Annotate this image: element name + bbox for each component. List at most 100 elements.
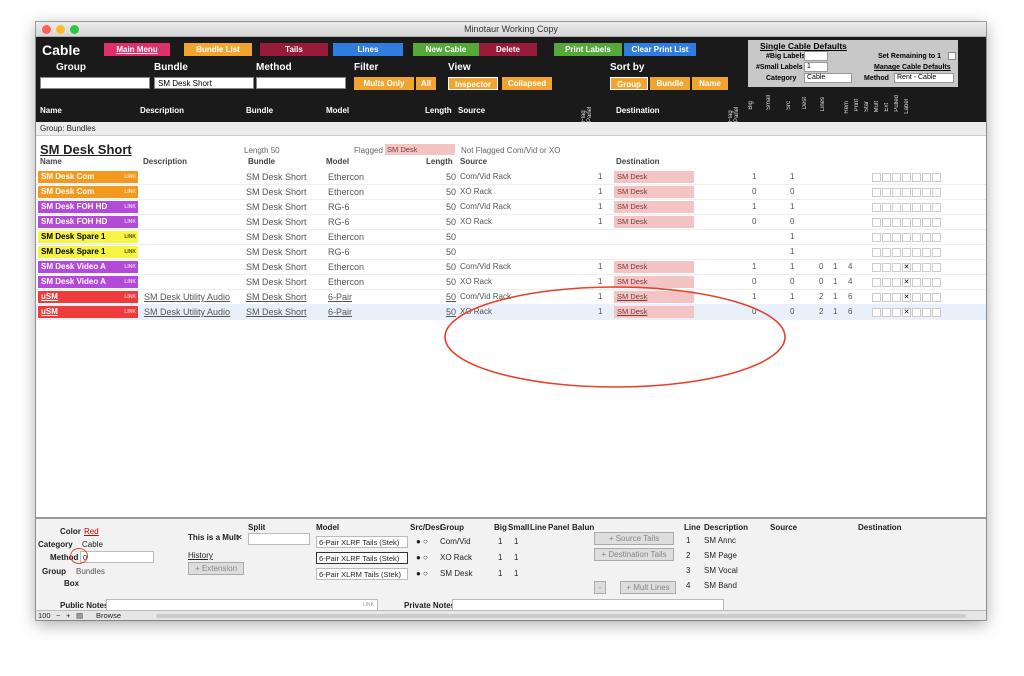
cable-source[interactable]: XO Rack: [460, 187, 492, 196]
row-checkbox[interactable]: [882, 263, 891, 272]
col-description[interactable]: Description: [140, 106, 184, 115]
cable-description[interactable]: SM Desk Utility Audio: [144, 292, 230, 302]
row-checkbox[interactable]: [882, 173, 891, 182]
row-checkbox[interactable]: [912, 218, 921, 227]
row-checkbox[interactable]: [882, 203, 891, 212]
default-category-field[interactable]: Cable: [804, 73, 852, 83]
cable-bundle[interactable]: SM Desk Short: [246, 307, 307, 317]
col-name[interactable]: Name: [40, 106, 62, 115]
row-checkbox[interactable]: [882, 188, 891, 197]
row-checkbox[interactable]: [932, 278, 941, 287]
row-checkbox[interactable]: [892, 263, 901, 272]
sort-group-button[interactable]: Group: [610, 77, 648, 90]
cable-model[interactable]: Ethercon: [328, 187, 364, 197]
zoom-window-icon[interactable]: [70, 25, 79, 34]
cable-bundle[interactable]: SM Desk Short: [246, 277, 307, 287]
row-checkbox[interactable]: [902, 188, 911, 197]
table-row[interactable]: SM Desk Com LINK SM Desk Short Ethercon 50 XO…: [36, 184, 986, 200]
sort-bundle-button[interactable]: Bundle: [650, 77, 690, 90]
row-checkbox[interactable]: ✕: [902, 308, 911, 317]
tail-small[interactable]: 1: [514, 553, 518, 562]
row-checkbox[interactable]: [882, 248, 891, 257]
table-row[interactable]: SM Desk FOH HD LINK SM Desk Short RG-6 50 XO …: [36, 214, 986, 230]
cable-destination[interactable]: SM Desk: [614, 171, 694, 183]
zoom-level[interactable]: 100: [38, 611, 51, 620]
tails-button[interactable]: Tails: [260, 43, 328, 56]
mult-line-description[interactable]: SM Annc: [704, 536, 736, 545]
row-checkbox[interactable]: [892, 248, 901, 257]
cable-name[interactable]: SM Desk Video A LINK: [38, 261, 138, 273]
row-checkbox[interactable]: [892, 308, 901, 317]
row-checkbox[interactable]: [932, 233, 941, 242]
row-checkbox[interactable]: [872, 308, 881, 317]
cable-destination[interactable]: SM Desk: [614, 261, 694, 273]
cable-bundle[interactable]: SM Desk Short: [246, 292, 307, 302]
cable-name[interactable]: SM Desk Spare 1 LINK: [38, 231, 138, 243]
tail-model[interactable]: 6-Pair XLRF Tails (Stek): [316, 552, 408, 564]
src-dest-radio[interactable]: ● ○: [416, 553, 428, 562]
collapsed-button[interactable]: Collapsed: [502, 77, 552, 90]
row-checkbox[interactable]: [872, 188, 881, 197]
cable-model[interactable]: 6-Pair: [328, 292, 352, 302]
row-checkbox[interactable]: [912, 293, 921, 302]
manage-defaults-link[interactable]: Manage Cable Defaults: [874, 64, 951, 71]
tail-big[interactable]: 1: [498, 569, 502, 578]
row-checkbox[interactable]: [902, 203, 911, 212]
tail-big[interactable]: 1: [498, 537, 502, 546]
row-checkbox[interactable]: [892, 293, 901, 302]
row-checkbox[interactable]: [912, 263, 921, 272]
row-checkbox[interactable]: [902, 233, 911, 242]
row-checkbox[interactable]: [932, 173, 941, 182]
extension-button[interactable]: + Extension: [188, 562, 244, 575]
cable-bundle[interactable]: SM Desk Short: [246, 217, 307, 227]
small-labels-field[interactable]: 1: [804, 62, 828, 72]
row-checkbox[interactable]: [922, 263, 931, 272]
method-field[interactable]: 0: [80, 551, 154, 563]
row-checkbox[interactable]: [922, 308, 931, 317]
cable-destination[interactable]: SM Desk: [614, 201, 694, 213]
row-checkbox[interactable]: [912, 173, 921, 182]
source-tails-button[interactable]: + Source Tails: [594, 532, 674, 545]
mult-lines-button[interactable]: + Mult Lines: [620, 581, 676, 594]
row-checkbox[interactable]: ✕: [902, 263, 911, 272]
mult-line-description[interactable]: SM Band: [704, 581, 737, 590]
row-checkbox[interactable]: ✕: [902, 293, 911, 302]
cable-model[interactable]: Ethercon: [328, 277, 364, 287]
tail-model[interactable]: 6-Pair XLRF Tails (Stek): [316, 536, 408, 548]
row-checkbox[interactable]: [872, 233, 881, 242]
col-length[interactable]: Length: [425, 106, 452, 115]
bundle-list-button[interactable]: Bundle List: [184, 43, 252, 56]
row-checkbox[interactable]: [912, 308, 921, 317]
zoom-in-icon[interactable]: +: [66, 611, 70, 620]
default-method-field[interactable]: Rent - Cable: [894, 73, 954, 83]
row-checkbox[interactable]: [922, 248, 931, 257]
cable-name[interactable]: SM Desk FOH HD LINK: [38, 216, 138, 228]
mult-clear-icon[interactable]: ✕: [236, 533, 243, 542]
all-button[interactable]: All: [416, 77, 436, 90]
table-row[interactable]: SM Desk Spare 1 LINK SM Desk Short RG-6 50 1: [36, 244, 986, 260]
row-checkbox[interactable]: [882, 308, 891, 317]
close-window-icon[interactable]: [42, 25, 51, 34]
row-checkbox[interactable]: [912, 233, 921, 242]
cable-model[interactable]: RG-6: [328, 202, 350, 212]
group-field[interactable]: [40, 77, 150, 89]
split-field[interactable]: [248, 533, 310, 545]
tail-small[interactable]: 1: [514, 537, 518, 546]
clear-print-list-button[interactable]: Clear Print List: [624, 43, 696, 56]
new-cable-button[interactable]: New Cable: [413, 43, 479, 56]
row-checkbox[interactable]: [892, 278, 901, 287]
mult-line-description[interactable]: SM Page: [704, 551, 737, 560]
mult-line-description[interactable]: SM Vocal: [704, 566, 738, 575]
cable-name[interactable]: uSM LINK: [38, 291, 138, 303]
row-checkbox[interactable]: [892, 218, 901, 227]
cable-bundle[interactable]: SM Desk Short: [246, 202, 307, 212]
bundle-field[interactable]: SM Desk Short: [154, 77, 254, 89]
cable-source[interactable]: XO Rack: [460, 217, 492, 226]
tail-group[interactable]: XO Rack: [440, 553, 472, 562]
src-dest-radio[interactable]: ● ○: [416, 569, 428, 578]
cable-model[interactable]: RG-6: [328, 217, 350, 227]
row-checkbox[interactable]: [872, 263, 881, 272]
row-checkbox[interactable]: [892, 203, 901, 212]
cable-name[interactable]: SM Desk FOH HD LINK: [38, 201, 138, 213]
cable-bundle[interactable]: SM Desk Short: [246, 232, 307, 242]
